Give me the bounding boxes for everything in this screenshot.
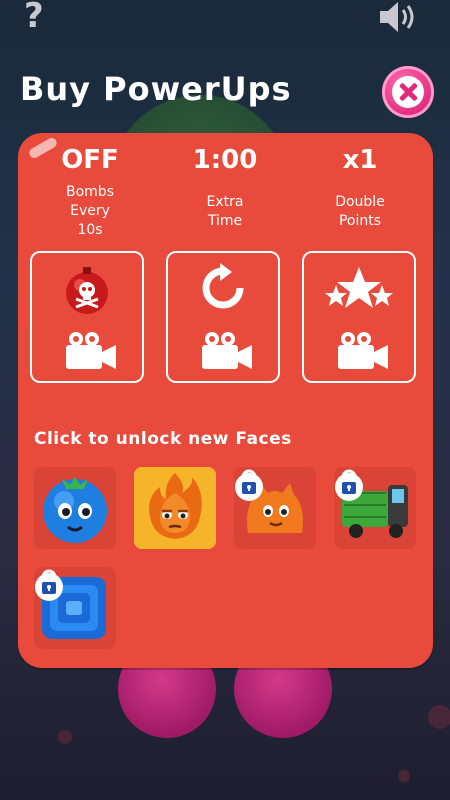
video-camera-icon xyxy=(198,331,254,369)
face-blueberry-button[interactable] xyxy=(34,467,116,549)
face-orange-blob-button[interactable] xyxy=(234,467,316,549)
close-button[interactable] xyxy=(382,66,434,118)
powerup-points-info: x1 Double Points xyxy=(300,143,420,231)
stars-icon xyxy=(304,263,414,313)
background-dot xyxy=(398,770,410,782)
help-icon[interactable]: ? xyxy=(24,0,44,36)
video-camera-icon xyxy=(62,331,118,369)
blueberry-face-icon xyxy=(43,477,107,543)
powerups-panel: OFF Bombs Every 10s 1:00 Extra Time x1 D… xyxy=(18,133,433,668)
powerup-value: OFF xyxy=(61,145,119,175)
face-fire-button[interactable] xyxy=(134,467,216,549)
powerup-label: Extra Time xyxy=(206,194,244,229)
lock-icon xyxy=(335,469,363,501)
face-green-truck-button[interactable] xyxy=(334,467,416,549)
background-dot xyxy=(428,705,450,729)
video-camera-icon xyxy=(334,331,390,369)
background-dot xyxy=(58,730,72,744)
powerup-label: Bombs Every 10s xyxy=(66,184,114,238)
lock-icon xyxy=(35,569,63,601)
powerup-bombs-info: OFF Bombs Every 10s xyxy=(30,143,150,240)
close-icon xyxy=(392,76,424,108)
powerup-points-button[interactable] xyxy=(302,251,416,383)
page-title: Buy PowerUps xyxy=(20,70,292,108)
powerup-time-button[interactable] xyxy=(166,251,280,383)
lock-icon xyxy=(235,469,263,501)
fire-face-icon xyxy=(134,467,216,549)
face-blue-square-button[interactable] xyxy=(34,567,116,649)
unlock-faces-label: Click to unlock new Faces xyxy=(34,429,292,449)
powerup-label: Double Points xyxy=(335,194,385,229)
powerup-value: 1:00 xyxy=(192,145,258,175)
powerup-time-info: 1:00 Extra Time xyxy=(165,143,285,231)
powerup-value: x1 xyxy=(342,145,378,175)
powerup-bombs-button[interactable] xyxy=(30,251,144,383)
sound-icon[interactable] xyxy=(378,0,418,34)
bomb-skull-icon xyxy=(32,263,142,314)
refresh-icon xyxy=(168,263,278,313)
